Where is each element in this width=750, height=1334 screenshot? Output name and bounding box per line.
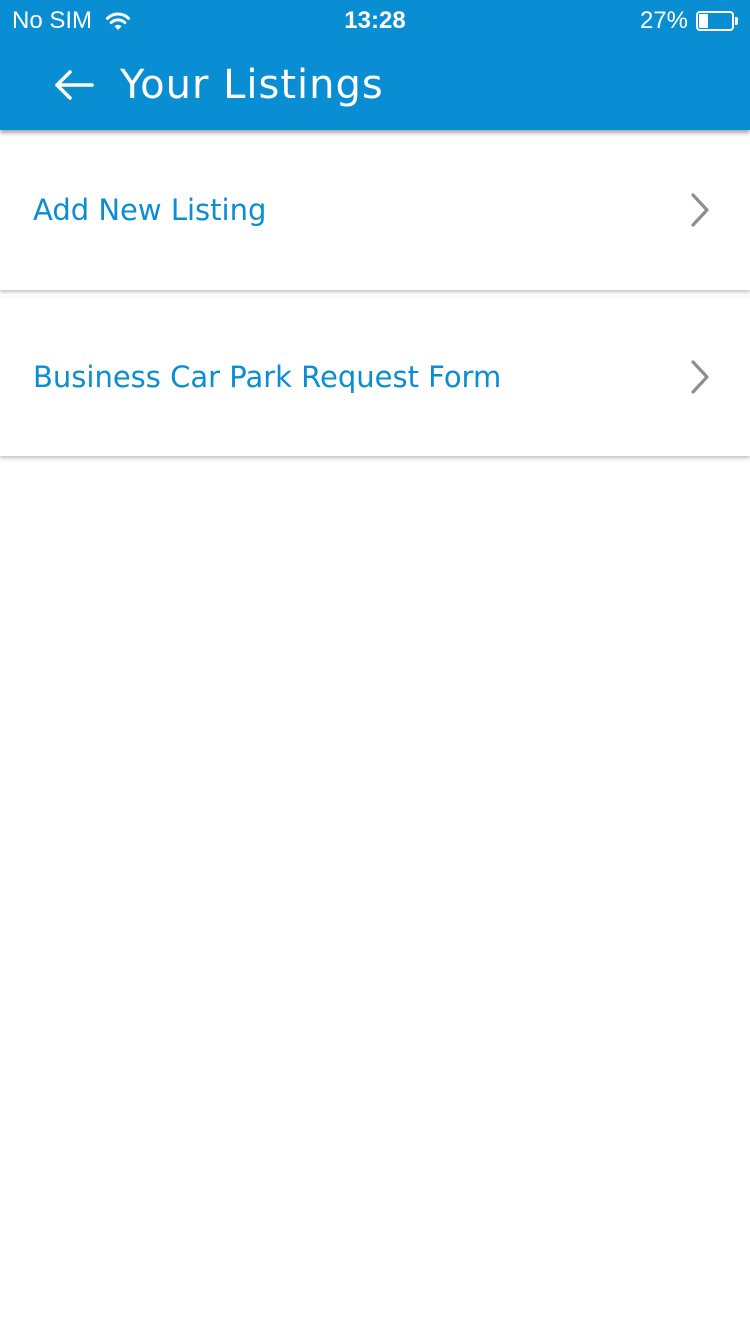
screen: No SIM 13:28 27% Your Listings Add New L…: [0, 0, 750, 1334]
app-header: No SIM 13:28 27% Your Listings: [0, 0, 750, 130]
listings-menu: Add New Listing Business Car Park Reques…: [0, 130, 750, 464]
arrow-left-icon: [55, 70, 94, 100]
battery-percent: 27%: [639, 7, 688, 34]
add-new-listing-item[interactable]: Add New Listing: [0, 130, 750, 290]
battery-cap: [735, 17, 738, 25]
add-new-listing-label: Add New Listing: [33, 193, 267, 227]
chevron-right-icon: [688, 359, 712, 395]
status-time: 13:28: [344, 7, 406, 34]
status-bar: No SIM 13:28 27%: [0, 0, 750, 40]
battery-fill: [699, 14, 708, 28]
back-button[interactable]: [44, 60, 104, 110]
status-right: 27%: [640, 7, 738, 35]
business-car-park-request-form-label: Business Car Park Request Form: [33, 360, 502, 394]
chevron-right-icon: [688, 192, 712, 228]
business-car-park-request-form-item[interactable]: Business Car Park Request Form: [0, 298, 750, 456]
page-title: Your Listings: [120, 62, 384, 108]
battery-icon: [696, 11, 738, 31]
